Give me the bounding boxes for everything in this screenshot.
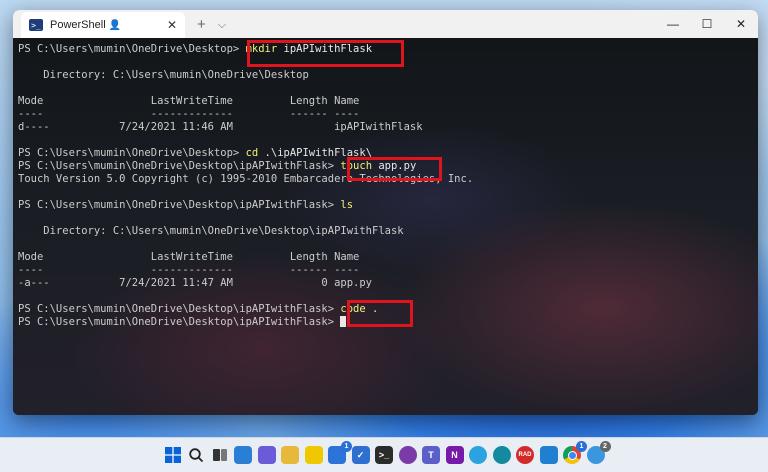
prompt-text: PS C:\Users\mumin\OneDrive\Desktop\ipAPI… bbox=[18, 316, 341, 328]
minimize-button[interactable]: — bbox=[656, 10, 690, 38]
prompt-text: PS C:\Users\mumin\OneDrive\Desktop\ipAPI… bbox=[18, 160, 341, 172]
terminal-lines: PS C:\Users\mumin\OneDrive\Desktop> mkdi… bbox=[18, 43, 473, 329]
terminal-icon[interactable]: >_ bbox=[375, 446, 393, 464]
highlight-mkdir bbox=[247, 40, 404, 67]
store-icon[interactable]: 1 bbox=[328, 441, 352, 464]
command-text: ls bbox=[340, 199, 354, 211]
text-cursor bbox=[340, 316, 347, 327]
new-tab-button[interactable]: + bbox=[197, 12, 206, 38]
notification-badge: 2 bbox=[599, 441, 611, 452]
todo-glyph: ✓ bbox=[356, 449, 365, 460]
start-icon[interactable] bbox=[164, 446, 182, 464]
powershell-icon: >_ bbox=[29, 19, 43, 31]
chat-icon[interactable] bbox=[257, 446, 276, 464]
rad-studio-icon[interactable]: RAD bbox=[516, 446, 534, 464]
task-view-icon[interactable] bbox=[211, 446, 229, 464]
terminal-line: PS C:\Users\mumin\OneDrive\Desktop\ipAPI… bbox=[18, 199, 473, 212]
tor-browser-icon[interactable] bbox=[398, 446, 417, 464]
prompt-text: PS C:\Users\mumin\OneDrive\Desktop\ipAPI… bbox=[18, 199, 341, 211]
telegram-icon[interactable] bbox=[469, 446, 487, 464]
close-tab-icon[interactable]: ✕ bbox=[167, 18, 177, 32]
terminal-line: ---- ------------- ------ ---- bbox=[18, 264, 360, 276]
command-text: cd bbox=[245, 147, 259, 159]
admin-user-icon: 👤 bbox=[108, 19, 122, 31]
onenote-glyph: N bbox=[451, 450, 458, 460]
todo-icon[interactable]: ✓ bbox=[351, 446, 370, 464]
widgets-icon[interactable] bbox=[234, 446, 252, 464]
terminal-line: ---- ------------- ------ ---- bbox=[18, 108, 360, 120]
terminal-line: PS C:\Users\mumin\OneDrive\Desktop> mkdi… bbox=[18, 43, 473, 56]
chrome-icon[interactable]: 1 bbox=[563, 441, 587, 464]
terminal-line: Directory: C:\Users\mumin\OneDrive\Deskt… bbox=[18, 225, 404, 237]
tab-powershell[interactable]: >_ PowerShell 👤 ✕ bbox=[21, 12, 185, 38]
file-explorer-icon[interactable] bbox=[281, 446, 299, 464]
maximize-button[interactable]: ☐ bbox=[690, 10, 724, 38]
notification-badge: 1 bbox=[341, 441, 352, 452]
tab-dropdown-icon[interactable]: ⌵ bbox=[218, 12, 226, 38]
terminal-line: Mode LastWriteTime Length Name bbox=[18, 95, 360, 107]
terminal-output[interactable]: PS C:\Users\mumin\OneDrive\Desktop> mkdi… bbox=[13, 38, 758, 415]
title-bar: >_ PowerShell 👤 ✕ + ⌵ — ☐ ✕ bbox=[13, 10, 758, 38]
telegram-2-icon[interactable]: 2 bbox=[586, 441, 611, 464]
prompt-text: PS C:\Users\mumin\OneDrive\Desktop\ipAPI… bbox=[18, 303, 341, 315]
close-button[interactable]: ✕ bbox=[724, 10, 758, 38]
terminal-line: -a--- 7/24/2021 11:47 AM 0 app.py bbox=[18, 277, 373, 289]
prompt-text: PS C:\Users\mumin\OneDrive\Desktop> bbox=[18, 43, 246, 55]
highlight-code bbox=[347, 300, 413, 327]
terminal-line: Mode LastWriteTime Length Name bbox=[18, 251, 360, 263]
edge-icon[interactable] bbox=[492, 446, 511, 464]
taskbar: 1 ✓ >_ T N RAD 1 2 bbox=[0, 437, 768, 472]
teams-glyph: T bbox=[428, 450, 434, 460]
terminal-glyph: >_ bbox=[378, 450, 390, 460]
terminal-line: Directory: C:\Users\mumin\OneDrive\Deskt… bbox=[18, 69, 309, 81]
tab-title: PowerShell bbox=[50, 19, 106, 31]
highlight-touch bbox=[347, 157, 442, 181]
search-icon[interactable] bbox=[187, 446, 205, 464]
notification-badge: 1 bbox=[576, 441, 587, 452]
rad-studio-glyph: RAD bbox=[518, 452, 532, 458]
prompt-text: PS C:\Users\mumin\OneDrive\Desktop> bbox=[18, 147, 246, 159]
sticky-notes-icon[interactable] bbox=[304, 446, 323, 464]
terminal-window: >_ PowerShell 👤 ✕ + ⌵ — ☐ ✕ PS C:\Users\… bbox=[13, 10, 758, 415]
terminal-line: d---- 7/24/2021 11:46 AM ipAPIwithFlask bbox=[18, 121, 423, 133]
vscode-icon[interactable] bbox=[539, 446, 558, 464]
teams-icon[interactable]: T bbox=[422, 446, 440, 464]
onenote-icon[interactable]: N bbox=[445, 446, 464, 464]
